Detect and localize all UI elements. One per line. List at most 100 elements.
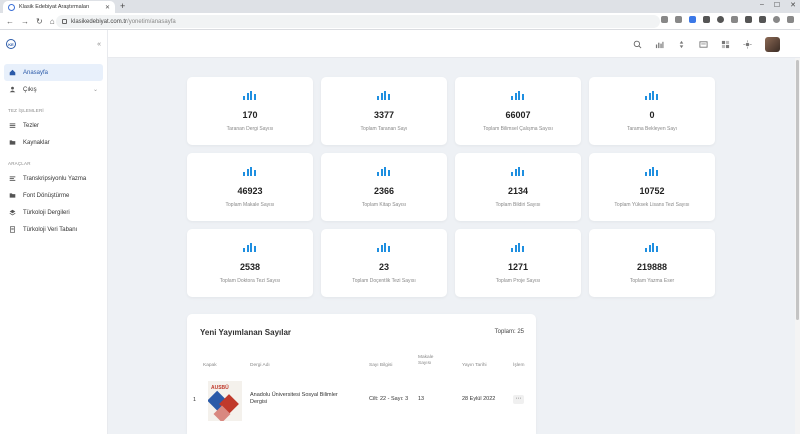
column-header-article-count: Makale Sayısı (418, 355, 434, 366)
browser-tab-bar: Klasik Edebiyat Araştırmaları ✕ + – ☐ ✕ (0, 0, 800, 13)
stat-card: 2538 Toplam Doktora Tezi Sayısı (187, 229, 313, 297)
sidebar-item-turkoloji-veri-tabani[interactable]: Türkoloji Veri Tabanı (0, 221, 107, 238)
scrollbar-thumb[interactable] (796, 60, 799, 320)
extension-icon[interactable] (717, 16, 724, 23)
stat-label: Tarama Bekleyen Sayı (626, 126, 678, 132)
section-label-araclar: ARAÇLAR (8, 161, 31, 166)
folder-icon (9, 140, 16, 145)
back-icon[interactable]: ← (6, 17, 14, 26)
stat-label: Toplam Kitap Sayısı (361, 202, 407, 208)
close-window-icon[interactable]: ✕ (790, 1, 796, 9)
reload-icon[interactable]: ↻ (36, 17, 43, 26)
sort-icon[interactable] (677, 40, 686, 49)
stat-label: Toplam Bildiri Sayısı (495, 202, 541, 208)
sidebar-item-transkripsiyonlu-yazma[interactable]: Transkripsiyonlu Yazma (0, 170, 107, 187)
article-count: 13 (418, 396, 425, 402)
sidebar-item-label: Türkoloji Dergileri (23, 209, 70, 216)
stat-value: 3377 (373, 110, 395, 120)
address-bar[interactable]: klasikedebiyat.com.tr/yonetim/anasayfa (56, 15, 660, 28)
avatar[interactable] (765, 37, 780, 52)
stat-value: 46923 (237, 186, 263, 196)
row-action-button[interactable]: ⋯ (513, 395, 524, 404)
share-icon[interactable] (661, 16, 668, 23)
lock-icon (62, 19, 67, 24)
url-path: /yonetim/anasayfa (127, 18, 176, 25)
notes-icon[interactable] (699, 40, 708, 49)
user-icon (9, 86, 16, 93)
new-tab-icon[interactable]: + (120, 1, 125, 11)
sidebar-item-font-donusturme[interactable]: Font Dönüştürme (0, 187, 107, 204)
sidebar-item-turkoloji-dergileri[interactable]: Türkoloji Dergileri (0, 204, 107, 221)
bar-chart-icon (243, 167, 257, 176)
issue-info: Cilt: 22 - Sayı: 3 (369, 396, 409, 402)
tab-title: Klasik Edebiyat Araştırmaları (19, 4, 90, 10)
theme-toggle-icon[interactable] (743, 40, 752, 49)
forward-icon[interactable]: → (21, 17, 29, 26)
stat-card: 219888 Toplam Yazma Eser (589, 229, 715, 297)
list-icon (9, 123, 16, 128)
folder-icon (9, 193, 16, 198)
sidebar-item-label: Kaynaklar (23, 139, 50, 146)
sidebar-item-kaynaklar[interactable]: Kaynaklar (0, 134, 107, 151)
publish-date: 28 Eylül 2022 (462, 396, 496, 402)
bar-chart-icon (511, 243, 525, 252)
url-text: klasikedebiyat.com.tr/yonetim/anasayfa (71, 19, 176, 25)
column-header-cover: Kapak (203, 363, 217, 368)
chevron-down-icon: ⌄ (92, 87, 98, 93)
sidebar-item-anasayfa[interactable]: Anasayfa (4, 64, 103, 81)
journal-name[interactable]: Anadolu Üniversitesi Sosyal Bilimler Der… (250, 392, 355, 406)
journal-cover-image[interactable]: AUSBÜ (208, 381, 242, 421)
stat-value: 2366 (373, 186, 395, 196)
puzzle-icon[interactable] (745, 16, 752, 23)
chart-icon[interactable] (655, 40, 664, 49)
stat-value: 1271 (507, 262, 529, 272)
sidebar-item-cikis[interactable]: Çıkış ⌄ (0, 81, 107, 98)
stat-card: 23 Toplam Doçentlik Tezi Sayısı (321, 229, 447, 297)
extension-icon[interactable] (689, 16, 696, 23)
collapse-sidebar-icon[interactable]: « (97, 41, 101, 48)
stat-card: 46923 Toplam Makale Sayısı (187, 153, 313, 221)
bar-chart-icon (645, 243, 659, 252)
bar-chart-icon (645, 91, 659, 100)
column-header-issue: Sayı Bilgisi (369, 363, 393, 368)
url-domain: klasikedebiyat.com.tr (71, 18, 128, 25)
stat-value: 2538 (239, 262, 261, 272)
site-logo[interactable]: KE (6, 39, 16, 49)
browser-tab[interactable]: Klasik Edebiyat Araştırmaları ✕ (3, 1, 115, 13)
home-browser-icon[interactable]: ⌂ (50, 17, 55, 26)
sidebar-item-tezler[interactable]: Tezler (0, 117, 107, 134)
stat-card: 2366 Toplam Kitap Sayısı (321, 153, 447, 221)
bar-chart-icon (377, 243, 391, 252)
cover-brand: AUSBÜ (211, 385, 229, 391)
maximize-icon[interactable]: ☐ (774, 1, 780, 9)
stat-value: 170 (242, 110, 258, 120)
column-header-action: İşlem (513, 363, 525, 368)
stat-value: 2134 (507, 186, 529, 196)
profile-icon[interactable] (773, 16, 780, 23)
stat-card: 2134 Toplam Bildiri Sayısı (455, 153, 581, 221)
close-tab-icon[interactable]: ✕ (105, 4, 110, 11)
grid-icon[interactable] (721, 40, 730, 49)
search-icon[interactable] (633, 40, 642, 49)
sidebar-item-label: Transkripsiyonlu Yazma (23, 175, 87, 182)
star-icon[interactable] (675, 16, 682, 23)
bar-chart-icon (377, 167, 391, 176)
minimize-icon[interactable]: – (760, 1, 764, 9)
stat-label: Toplam Yüksek Lisans Tezi Sayısı (614, 202, 690, 208)
sidebar-item-label: Font Dönüştürme (23, 192, 70, 199)
page-scrollbar[interactable] (795, 58, 800, 434)
bar-chart-icon (243, 91, 257, 100)
stat-label: Toplam Doktora Tezi Sayısı (219, 278, 281, 284)
sidebar-item-label: Tezler (23, 122, 40, 129)
site-favicon-icon (8, 3, 15, 11)
column-header-journal: Dergi Adı (250, 363, 270, 368)
app-topbar (108, 30, 800, 58)
menu-dots-icon[interactable] (787, 16, 794, 23)
stat-label: Toplam Proje Sayısı (495, 278, 541, 284)
extension-icon[interactable] (731, 16, 738, 23)
stat-card: 10752 Toplam Yüksek Lisans Tezi Sayısı (589, 153, 715, 221)
sidebar-toggle-icon[interactable] (759, 16, 766, 23)
stat-label: Toplam Doçentlik Tezi Sayısı (352, 278, 416, 284)
extension-icon[interactable] (703, 16, 710, 23)
stat-value: 66007 (505, 110, 531, 120)
